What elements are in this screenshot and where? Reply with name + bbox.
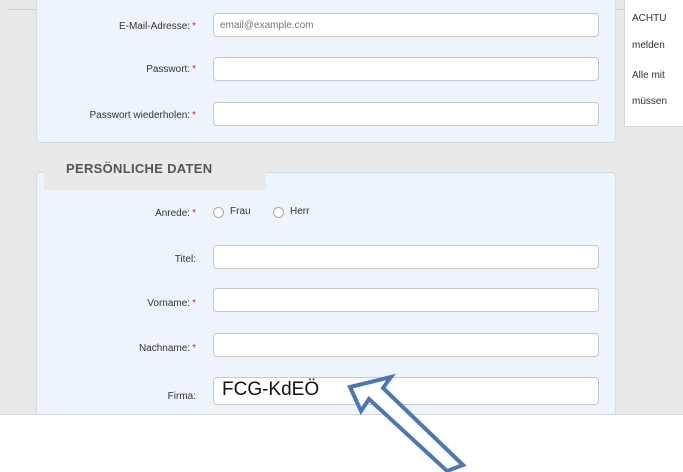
firstname-field[interactable]: [213, 288, 599, 312]
title-field[interactable]: [213, 245, 599, 269]
lastname-field[interactable]: [213, 333, 599, 357]
email-label: E-Mail-Adresse: *: [118, 21, 196, 32]
password-repeat-field[interactable]: [213, 102, 599, 126]
radio-frau-label[interactable]: Frau: [230, 206, 251, 217]
registration-screenshot: E-Mail-Adresse:* Passwort:* Passwort wie…: [0, 0, 683, 415]
password-label: Passwort: *: [146, 64, 196, 75]
notice-line: Alle mit: [632, 70, 665, 81]
notice-line: ACHTU: [632, 13, 667, 24]
company-label: Firma:: [167, 391, 196, 402]
password-repeat-label: Passwort wiederholen: *: [89, 110, 196, 121]
title-label: Titel:: [174, 254, 196, 265]
email-field[interactable]: [213, 13, 599, 37]
notice-line: melden: [632, 40, 665, 51]
radio-frau[interactable]: [213, 207, 224, 218]
section-title: PERSÖNLICHE DATEN: [66, 161, 213, 176]
notice-line: müssen: [632, 96, 668, 107]
arrow-up-left-icon: [347, 373, 467, 472]
password-field[interactable]: [213, 57, 599, 81]
firstname-label: Vorname: *: [147, 298, 196, 309]
lastname-label: Nachname: *: [138, 343, 196, 354]
radio-herr[interactable]: [273, 207, 284, 218]
radio-herr-label[interactable]: Herr: [290, 206, 309, 217]
salutation-label: Anrede: *: [155, 208, 196, 219]
